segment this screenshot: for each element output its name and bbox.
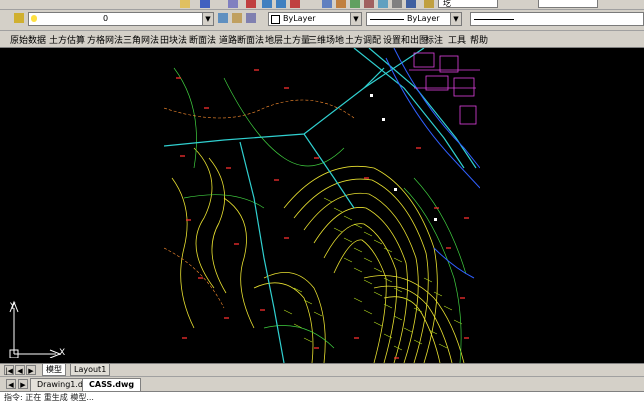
river-banks bbox=[385, 48, 480, 279]
command-line[interactable]: 指令: 正在 重生成 模型... bbox=[0, 391, 644, 402]
boundary-lines bbox=[164, 99, 355, 309]
first-tab-button[interactable]: |◀ bbox=[4, 365, 14, 375]
linetype-combo[interactable]: ByLayer ▼ bbox=[366, 12, 462, 26]
menu-triangulation-method[interactable]: 三角网法 bbox=[123, 33, 159, 46]
pan-icon[interactable] bbox=[246, 0, 256, 8]
layer-name: 0 bbox=[103, 14, 109, 23]
menu-3d-site[interactable]: 三维场地 bbox=[308, 33, 344, 46]
menu-earthwork-allocation[interactable]: 土方调配 bbox=[345, 33, 381, 46]
chevron-down-icon[interactable]: ▼ bbox=[350, 13, 361, 25]
undo-icon[interactable] bbox=[200, 0, 210, 8]
layer-combo[interactable]: 0 ▼ bbox=[28, 12, 214, 26]
menu-bar: 原始数据 土方估算 方格网法 三角网法 田块法 断面法 道路断面法 地层土方量 … bbox=[0, 31, 644, 48]
roads-streams bbox=[164, 48, 477, 363]
color-swatch bbox=[271, 15, 280, 24]
menu-raw-data[interactable]: 原始数据 bbox=[10, 33, 46, 46]
layer-previous-icon[interactable] bbox=[232, 13, 242, 23]
sheet-set-icon[interactable] bbox=[364, 0, 374, 8]
tool-palette-icon[interactable] bbox=[350, 0, 360, 8]
design-center-icon[interactable] bbox=[336, 0, 346, 8]
text-style-icon[interactable] bbox=[424, 0, 434, 8]
zoom-window-icon[interactable] bbox=[276, 0, 286, 8]
menu-field-block-method[interactable]: 田块法 bbox=[160, 33, 187, 46]
green-contours bbox=[173, 67, 467, 363]
dim-style-combo[interactable] bbox=[538, 0, 598, 8]
tab-layout1[interactable]: Layout1 bbox=[70, 364, 111, 376]
doc-tab-cass[interactable]: CASS.dwg bbox=[82, 378, 142, 391]
menu-settings-output[interactable]: 设置和出图 bbox=[383, 33, 428, 46]
menu-grid-method[interactable]: 方格网法 bbox=[87, 33, 123, 46]
chevron-down-icon[interactable]: ▼ bbox=[202, 13, 213, 25]
zoom-previous-icon[interactable] bbox=[290, 0, 300, 8]
menu-section-method[interactable]: 断面法 bbox=[189, 33, 216, 46]
redo-icon[interactable] bbox=[228, 0, 238, 8]
next-tab-button[interactable]: ▶ bbox=[26, 365, 36, 375]
menu-help[interactable]: 帮助 bbox=[470, 33, 488, 46]
menu-annotation[interactable]: 标注 bbox=[425, 33, 443, 46]
zoom-realtime-icon[interactable] bbox=[262, 0, 272, 8]
document-tabs-bar: ◀ ▶ Drawing1.dwg CASS.dwg bbox=[0, 376, 644, 391]
chevron-down-icon[interactable]: ▼ bbox=[450, 13, 461, 25]
menu-stratum-earthwork[interactable]: 地层土方量 bbox=[265, 33, 310, 46]
tabs-left-button[interactable]: ◀ bbox=[6, 379, 16, 389]
markup-icon[interactable] bbox=[378, 0, 388, 8]
text-style-combo[interactable]: 圪 bbox=[438, 0, 498, 8]
color-value: ByLayer bbox=[283, 14, 316, 23]
lightbulb-icon bbox=[31, 15, 37, 22]
help-icon[interactable] bbox=[406, 0, 416, 8]
topographic-map-drawing bbox=[164, 48, 480, 363]
make-object-layer-current-icon[interactable] bbox=[218, 13, 228, 23]
layout-tabs-bar: |◀ ◀ ▶ 模型 Layout1 bbox=[0, 363, 644, 376]
layer-manager-icon[interactable] bbox=[14, 13, 24, 23]
layer-states-icon[interactable] bbox=[246, 13, 256, 23]
tabs-right-button[interactable]: ▶ bbox=[18, 379, 28, 389]
standard-toolbar: 圪 bbox=[0, 0, 644, 10]
menu-earthwork-estimate[interactable]: 土方估算 bbox=[49, 33, 85, 46]
menu-road-section-method[interactable]: 道路断面法 bbox=[219, 33, 264, 46]
text-markers bbox=[370, 94, 437, 221]
prev-tab-button[interactable]: ◀ bbox=[15, 365, 25, 375]
urban-blocks bbox=[409, 52, 480, 125]
menu-tools[interactable]: 工具 bbox=[448, 33, 466, 46]
properties-icon[interactable] bbox=[180, 0, 190, 8]
linetype-value: ByLayer bbox=[407, 14, 440, 23]
ucs-y-label: Y bbox=[10, 302, 16, 312]
lineweight-sample bbox=[474, 19, 514, 20]
lineweight-combo[interactable] bbox=[470, 12, 644, 26]
ucs-x-label: X bbox=[59, 348, 66, 358]
tab-model[interactable]: 模型 bbox=[42, 364, 66, 376]
linetype-sample bbox=[370, 19, 404, 20]
calculator-icon[interactable] bbox=[392, 0, 402, 8]
hill-contours bbox=[171, 147, 465, 363]
drawing-canvas[interactable]: Y X bbox=[0, 48, 644, 363]
color-combo[interactable]: ByLayer ▼ bbox=[268, 12, 362, 26]
properties-manager-icon[interactable] bbox=[322, 0, 332, 8]
layers-toolbar: 0 ▼ ByLayer ▼ ByLayer ▼ bbox=[0, 10, 644, 31]
